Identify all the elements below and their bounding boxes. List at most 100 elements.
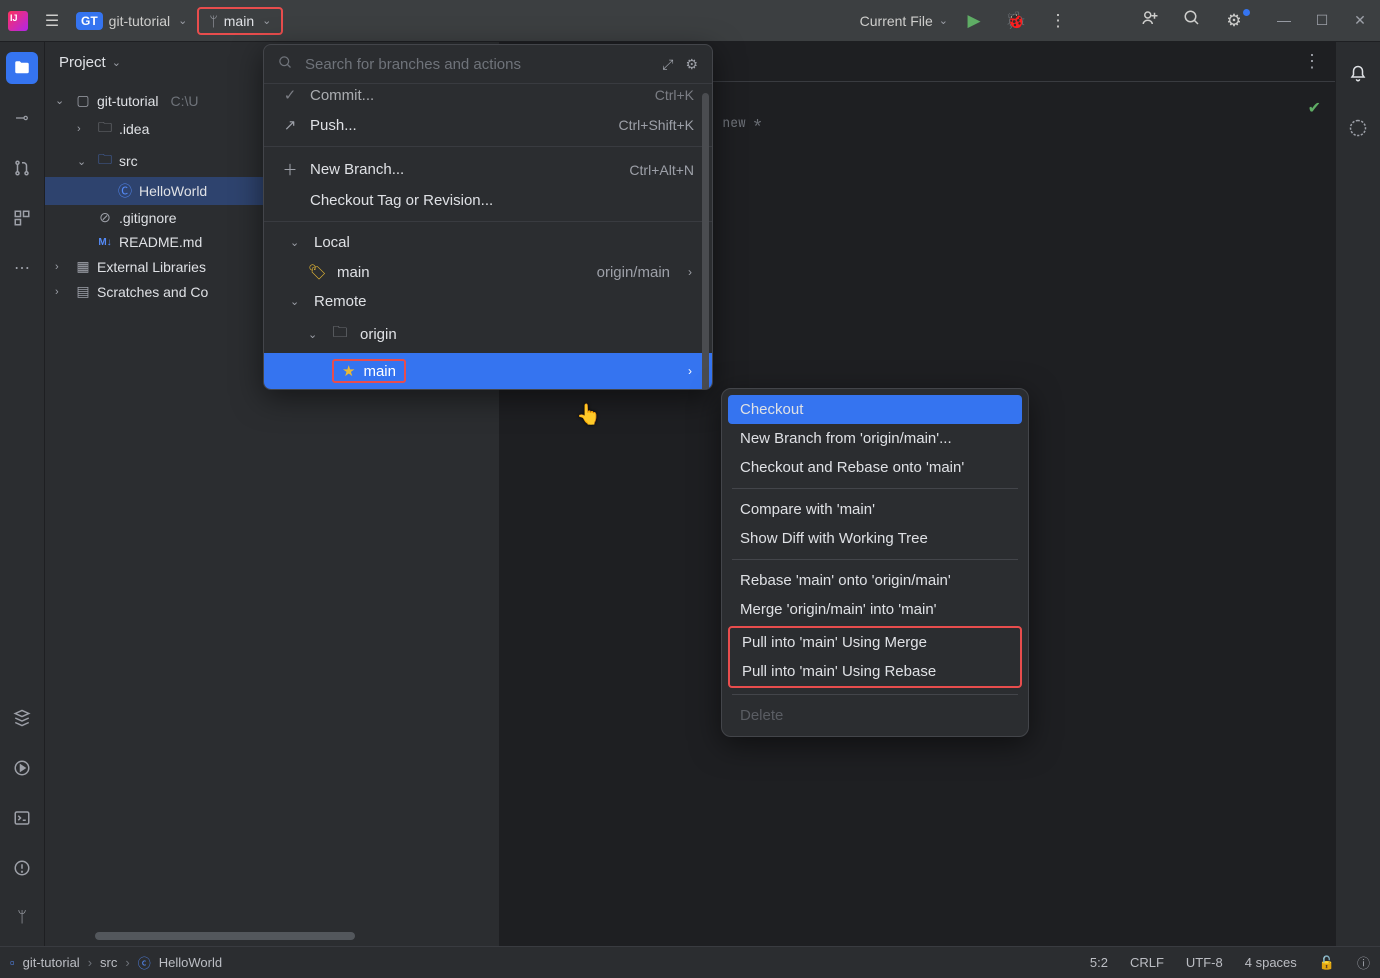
commit-tool-icon[interactable]: ⊸ [6, 102, 38, 134]
remote-origin[interactable]: ⌄ 🗀 origin [264, 316, 712, 353]
chevron-down-icon: ⌄ [290, 236, 302, 249]
chevron-down-icon: ⌄ [262, 14, 271, 27]
push-action[interactable]: ↗ Push... Ctrl+Shift+K [264, 110, 712, 140]
separator [732, 559, 1018, 560]
module-icon: ▫ [10, 955, 15, 970]
chevron-down-icon[interactable]: ⌄ [77, 155, 91, 168]
left-tool-strip: ⊸ ⋯ ᛘ [0, 42, 45, 946]
more-tools-icon[interactable]: ⋯ [6, 252, 38, 284]
chevron-right-icon: › [688, 265, 692, 279]
chevron-down-icon: ⌄ [290, 295, 302, 308]
status-bar: ▫ git-tutorial › src › ⓒ HelloWorld 5:2 … [0, 946, 1380, 978]
horizontal-scrollbar[interactable] [95, 932, 355, 940]
project-switcher[interactable]: GT git-tutorial ⌄ [76, 12, 187, 30]
remote-section[interactable]: ⌄ Remote [264, 287, 712, 316]
chevron-right-icon[interactable]: › [55, 261, 69, 273]
folder-icon: 🗀 [332, 322, 348, 347]
inspection-ok-icon[interactable]: ✔ [1308, 98, 1321, 118]
search-icon[interactable] [1176, 9, 1208, 32]
checkout-item[interactable]: Checkout [728, 395, 1022, 424]
chevron-right-icon[interactable]: › [77, 123, 91, 135]
right-tool-strip [1335, 42, 1380, 946]
commit-icon: ✓ [282, 86, 298, 104]
expand-icon[interactable]: ⤢ [662, 56, 673, 73]
markdown-icon: M↓ [97, 237, 113, 248]
minimize-button[interactable]: — [1272, 12, 1296, 29]
services-icon[interactable] [6, 702, 38, 734]
separator [264, 221, 712, 222]
chevron-down-icon: ⌄ [308, 328, 320, 341]
run-icon[interactable]: ▶ [958, 11, 990, 31]
chevron-right-icon[interactable]: › [55, 286, 69, 298]
branch-context-menu: Checkout New Branch from 'origin/main'..… [721, 388, 1029, 737]
branches-popup: ⤢ ⚙ ✓ Commit... Ctrl+K ↗ Push... Ctrl+Sh… [263, 44, 713, 390]
branch-name: main [224, 13, 254, 29]
more-icon[interactable]: ⋮ [1042, 11, 1074, 31]
remote-branch-main[interactable]: ★ main › [264, 353, 712, 389]
problems-tool-icon[interactable] [6, 852, 38, 884]
vcs-tool-icon[interactable]: ᛘ [6, 902, 38, 934]
breadcrumb[interactable]: ▫ git-tutorial › src › ⓒ HelloWorld [10, 953, 222, 972]
chevron-down-icon: ⌄ [178, 14, 187, 27]
scratches-icon: ▤ [75, 283, 91, 300]
local-section[interactable]: ⌄ Local [264, 228, 712, 257]
folder-icon: ▢ [75, 92, 91, 109]
separator [264, 146, 712, 147]
chevron-down-icon[interactable]: ⌄ [55, 94, 69, 107]
notifications-icon[interactable] [1342, 58, 1374, 90]
project-name: git-tutorial [109, 13, 170, 29]
checkout-rebase-item[interactable]: Checkout and Rebase onto 'main' [728, 453, 1022, 482]
separator [732, 694, 1018, 695]
gear-icon[interactable]: ⚙ [685, 56, 698, 73]
compare-item[interactable]: Compare with 'main' [728, 495, 1022, 524]
run-tool-icon[interactable] [6, 752, 38, 784]
local-branch-main[interactable]: 🏷 main origin/main › [264, 257, 712, 287]
cursor-position[interactable]: 5:2 [1090, 955, 1108, 970]
ai-assistant-icon[interactable] [1342, 112, 1374, 144]
chevron-down-icon: ⌄ [112, 56, 121, 69]
pull-request-icon[interactable] [6, 152, 38, 184]
structure-tool-icon[interactable] [6, 202, 38, 234]
branch-search-input[interactable] [305, 56, 650, 73]
close-button[interactable]: ✕ [1348, 12, 1372, 29]
project-tool-icon[interactable] [6, 52, 38, 84]
pull-merge-item[interactable]: Pull into 'main' Using Merge [730, 628, 1020, 657]
terminal-tool-icon[interactable] [6, 802, 38, 834]
merge-item[interactable]: Merge 'origin/main' into 'main' [728, 595, 1022, 624]
project-badge: GT [76, 12, 103, 30]
editor-more-icon[interactable]: ⋮ [1303, 51, 1323, 72]
hamburger-icon[interactable]: ☰ [38, 11, 66, 31]
checkout-tag-action[interactable]: Checkout Tag or Revision... [264, 186, 712, 215]
info-icon[interactable]: ⓘ [1357, 953, 1370, 972]
branch-widget[interactable]: ᛘ main ⌄ [197, 7, 283, 35]
line-separator[interactable]: CRLF [1130, 955, 1164, 970]
readonly-icon[interactable]: 🔓 [1319, 955, 1335, 971]
push-icon: ↗ [282, 116, 298, 134]
show-diff-item[interactable]: Show Diff with Working Tree [728, 524, 1022, 553]
encoding[interactable]: UTF-8 [1186, 955, 1223, 970]
new-branch-action[interactable]: ＋ New Branch... Ctrl+Alt+N [264, 153, 712, 186]
class-icon: Ⓒ [117, 181, 133, 201]
commit-action[interactable]: ✓ Commit... Ctrl+K [264, 80, 712, 110]
search-icon [278, 55, 293, 73]
tag-icon: 🏷 [308, 263, 327, 281]
folder-icon: 🗀 [97, 117, 113, 141]
app-icon [8, 11, 28, 31]
maximize-button[interactable]: ☐ [1310, 12, 1334, 29]
rebase-item[interactable]: Rebase 'main' onto 'origin/main' [728, 566, 1022, 595]
pull-rebase-item[interactable]: Pull into 'main' Using Rebase [730, 657, 1020, 686]
star-icon: ★ [342, 362, 355, 380]
folder-icon: 🗀 [97, 149, 113, 173]
branch-icon: ᛘ [209, 13, 217, 29]
popup-search: ⤢ ⚙ [264, 45, 712, 84]
gitignore-icon: ⊘ [97, 209, 113, 226]
class-icon: ⓒ [138, 953, 151, 972]
indent-settings[interactable]: 4 spaces [1245, 955, 1297, 970]
settings-icon[interactable]: ⚙ [1218, 11, 1250, 31]
new-branch-item[interactable]: New Branch from 'origin/main'... [728, 424, 1022, 453]
vertical-scrollbar[interactable] [702, 93, 709, 390]
library-icon: ▦ [75, 258, 91, 275]
run-config-selector[interactable]: Current File ⌄ [860, 13, 948, 29]
collaborate-icon[interactable] [1134, 9, 1166, 32]
debug-icon[interactable]: 🐞 [1000, 11, 1032, 31]
